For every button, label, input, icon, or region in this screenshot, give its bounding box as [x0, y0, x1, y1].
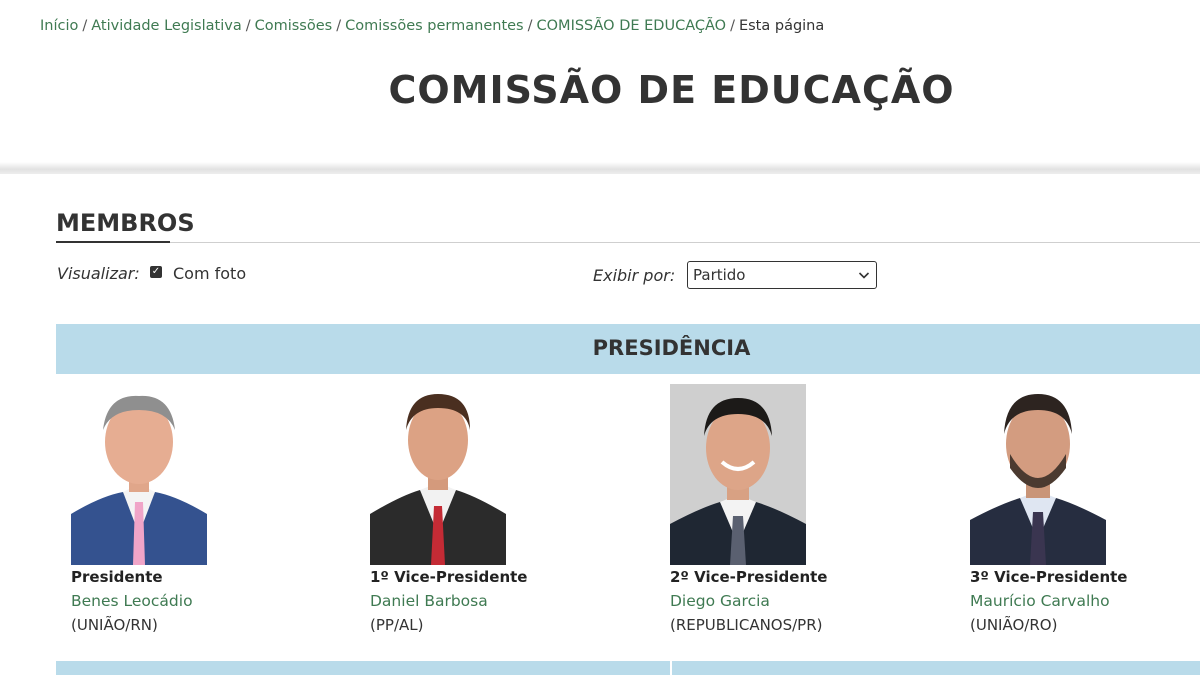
with-photo-checkbox[interactable]: ✓ [150, 266, 162, 278]
section-rule [56, 242, 1200, 243]
member-photo[interactable] [970, 384, 1106, 565]
breadcrumb-link-inicio[interactable]: Início [40, 18, 78, 34]
member-role: Presidente [71, 568, 163, 586]
next-section-band-left [56, 661, 670, 675]
view-label: Visualizar: [57, 264, 140, 283]
member-name-link[interactable]: Diego Garcia [670, 592, 770, 610]
breadcrumb-link-comissoes[interactable]: Comissões [255, 18, 333, 34]
show-by-label: Exibir por: [593, 266, 676, 285]
show-by-select[interactable]: Partido [687, 261, 877, 289]
breadcrumb-link-comissao-de-educacao[interactable]: COMISSÃO DE EDUCAÇÃO [537, 18, 727, 34]
member-party: (UNIÃO/RN) [71, 616, 158, 634]
member-name-link[interactable]: Daniel Barbosa [370, 592, 488, 610]
member-photo[interactable] [370, 384, 506, 565]
member-party: (PP/AL) [370, 616, 424, 634]
member-role: 2º Vice-Presidente [670, 568, 828, 586]
member-photo[interactable] [670, 384, 806, 565]
next-section-band-right [672, 661, 1200, 675]
presidency-band: PRESIDÊNCIA [56, 324, 1200, 374]
member-party: (UNIÃO/RO) [970, 616, 1058, 634]
page-header: Início / Atividade Legislativa / Comissões / C… [0, 0, 1200, 166]
breadcrumb-separator: / [730, 18, 735, 34]
section-rule-accent [56, 241, 170, 243]
breadcrumb-separator: / [82, 18, 88, 34]
with-photo-label[interactable]: Com foto [173, 264, 246, 283]
presidency-title: PRESIDÊNCIA [592, 336, 751, 360]
breadcrumb-separator: / [245, 18, 251, 34]
member-role: 1º Vice-Presidente [370, 568, 528, 586]
member-party: (REPUBLICANOS/PR) [670, 616, 823, 634]
page-title: COMISSÃO DE EDUCAÇÃO [388, 68, 955, 112]
breadcrumb-separator: / [336, 18, 342, 34]
member-name-link[interactable]: Maurício Carvalho [970, 592, 1110, 610]
breadcrumb-link-atividade-legislativa[interactable]: Atividade Legislativa [91, 18, 241, 34]
member-role: 3º Vice-Presidente [970, 568, 1128, 586]
breadcrumb-separator: / [527, 18, 533, 34]
breadcrumb-link-comissoes-permanentes[interactable]: Comissões permanentes [345, 18, 524, 34]
member-photo[interactable] [71, 384, 207, 565]
show-by-selected-value: Partido [693, 266, 746, 284]
chevron-down-icon [858, 272, 870, 279]
breadcrumb-current: Esta página [738, 18, 825, 34]
member-name-link[interactable]: Benes Leocádio [71, 592, 193, 610]
breadcrumb: Início / Atividade Legislativa / Comissões / C… [40, 18, 824, 34]
header-divider [0, 162, 1200, 174]
section-title-membros: MEMBROS [56, 209, 195, 237]
